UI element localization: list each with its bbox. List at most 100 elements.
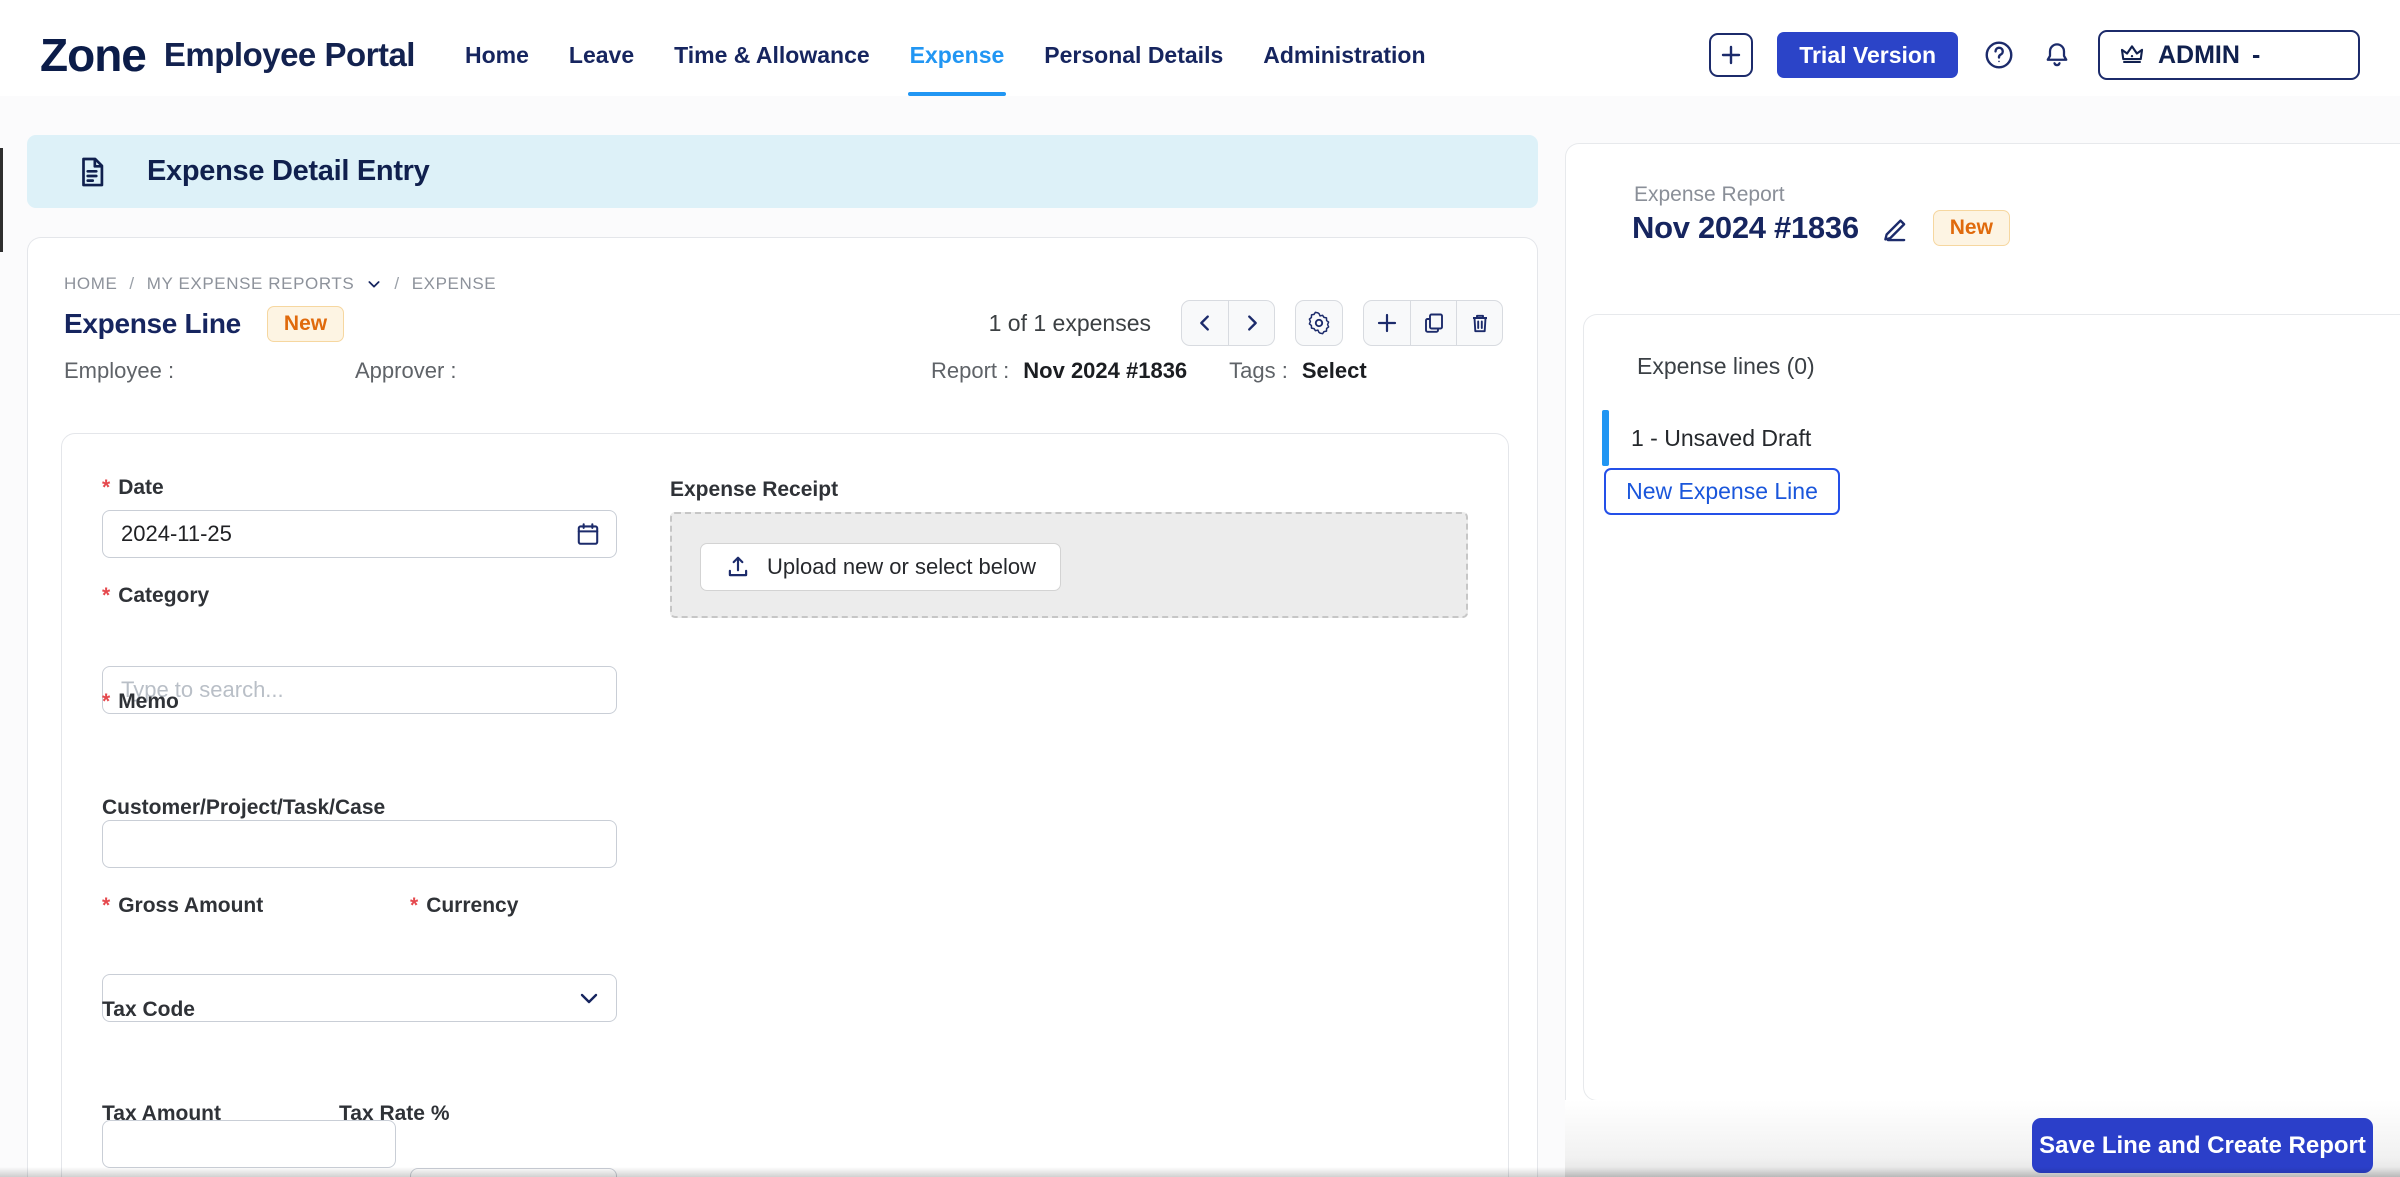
brand-logo: Zone — [40, 28, 146, 82]
memo-label: Memo — [118, 690, 179, 714]
tax-rate-label-row: Tax Rate % — [339, 1102, 450, 1126]
nav-time-allowance[interactable]: Time & Allowance — [654, 14, 890, 96]
required-marker: * — [102, 584, 110, 608]
record-meta-row: Employee : Approver : Report : Nov 2024 … — [64, 358, 1367, 384]
page-banner: Expense Detail Entry — [27, 135, 1538, 208]
tax-code-label-row: Tax Code — [102, 998, 195, 1022]
expense-lines-header: Expense lines (0) — [1637, 353, 1815, 380]
plus-icon — [1719, 43, 1743, 67]
document-icon — [75, 155, 109, 189]
add-expense-button[interactable] — [1364, 301, 1410, 345]
required-marker: * — [102, 476, 110, 500]
trash-icon — [1468, 311, 1492, 335]
page-title: Expense Detail Entry — [147, 155, 430, 188]
expense-line-card: HOME / MY EXPENSE REPORTS / EXPENSE Expe… — [27, 237, 1538, 1177]
expense-toolbar: 1 of 1 expenses — [989, 300, 1503, 346]
nav-leave[interactable]: Leave — [549, 14, 654, 96]
customer-project-label: Customer/Project/Task/Case — [102, 796, 385, 820]
tags-select[interactable]: Select — [1302, 358, 1367, 384]
record-actions-group — [1363, 300, 1503, 346]
date-label: Date — [118, 476, 164, 500]
top-bar-actions: Trial Version ADMIN - — [1709, 30, 2360, 80]
expense-report-panel: Expense Report Nov 2024 #1836 New Expens… — [1565, 143, 2400, 1177]
tax-amount-label: Tax Amount — [102, 1102, 221, 1126]
tax-code-label: Tax Code — [102, 998, 195, 1022]
save-line-create-report-button[interactable]: Save Line and Create Report — [2032, 1118, 2373, 1173]
settings-button[interactable] — [1296, 301, 1342, 345]
status-badge: New — [267, 306, 344, 342]
upload-receipt-button[interactable]: Upload new or select below — [700, 543, 1061, 591]
nav-administration[interactable]: Administration — [1243, 14, 1445, 96]
gross-amount-label-row: * Gross Amount — [102, 894, 263, 918]
section-title-row: Expense Line New — [64, 306, 344, 342]
required-marker: * — [102, 690, 110, 714]
date-label-row: * Date — [102, 476, 164, 500]
help-icon[interactable] — [1982, 38, 2016, 72]
calendar-icon[interactable] — [575, 521, 601, 547]
screen: Zone Employee Portal Home Leave Time & A… — [0, 0, 2400, 1177]
report-value: Nov 2024 #1836 — [1023, 358, 1187, 384]
approver-label: Approver : — [355, 358, 457, 383]
category-label: Category — [118, 584, 209, 608]
gear-icon — [1307, 311, 1331, 335]
notifications-bell-icon[interactable] — [2040, 38, 2074, 72]
required-marker: * — [102, 894, 110, 918]
date-input[interactable] — [102, 510, 617, 558]
pagination-group — [1181, 300, 1275, 346]
next-expense-button[interactable] — [1228, 301, 1274, 345]
nav-personal-details[interactable]: Personal Details — [1024, 14, 1243, 96]
expense-line-list-item[interactable]: 1 - Unsaved Draft — [1602, 410, 1811, 466]
expense-report-name: Nov 2024 #1836 — [1632, 210, 1859, 246]
report-label: Report : — [931, 358, 1009, 384]
plus-icon — [1375, 311, 1399, 335]
crown-icon — [2118, 41, 2146, 69]
required-marker: * — [410, 894, 418, 918]
settings-group — [1295, 300, 1343, 346]
top-bar: Zone Employee Portal Home Leave Time & A… — [0, 0, 2400, 96]
delete-expense-button[interactable] — [1456, 301, 1502, 345]
nav-home[interactable]: Home — [445, 14, 549, 96]
section-title: Expense Line — [64, 308, 241, 340]
upload-icon — [725, 554, 751, 580]
nav-expense[interactable]: Expense — [890, 14, 1025, 96]
tax-amount-label-row: Tax Amount — [102, 1102, 221, 1126]
trial-version-button[interactable]: Trial Version — [1777, 32, 1958, 78]
receipt-label-row: Expense Receipt — [670, 478, 838, 502]
quick-add-button[interactable] — [1709, 33, 1753, 77]
customer-label-row: Customer/Project/Task/Case — [102, 796, 385, 820]
new-expense-line-button[interactable]: New Expense Line — [1604, 468, 1840, 515]
main-nav: Home Leave Time & Allowance Expense Pers… — [445, 14, 1446, 96]
previous-expense-button[interactable] — [1182, 301, 1228, 345]
expense-report-title-row: Nov 2024 #1836 New — [1632, 210, 2010, 246]
memo-label-row: * Memo — [102, 690, 179, 714]
copy-icon — [1422, 311, 1446, 335]
expense-receipt-label: Expense Receipt — [670, 478, 838, 502]
currency-label-row: * Currency — [410, 894, 518, 918]
app-title: Employee Portal — [164, 36, 415, 74]
breadcrumb-separator: / — [129, 274, 134, 294]
active-line-indicator — [1602, 410, 1609, 466]
breadcrumb-home[interactable]: HOME — [64, 274, 117, 294]
upload-button-label: Upload new or select below — [767, 554, 1036, 580]
gross-amount-label: Gross Amount — [118, 894, 263, 918]
category-search-input[interactable] — [102, 666, 617, 714]
memo-input[interactable] — [102, 820, 617, 868]
edit-pencil-icon[interactable] — [1881, 213, 1911, 243]
pagination-count: 1 of 1 expenses — [989, 310, 1151, 337]
category-label-row: * Category — [102, 584, 209, 608]
line-item-label: 1 - Unsaved Draft — [1631, 425, 1811, 452]
report-status-badge: New — [1933, 210, 2010, 246]
admin-dropdown-indicator: - — [2252, 41, 2260, 70]
gross-amount-input[interactable] — [102, 1120, 396, 1168]
chevron-down-icon[interactable] — [577, 986, 601, 1010]
chevron-down-icon[interactable] — [366, 276, 382, 292]
currency-input[interactable] — [410, 1168, 617, 1177]
expense-report-label: Expense Report — [1634, 183, 1785, 207]
breadcrumb-expense: EXPENSE — [412, 274, 497, 294]
expense-lines-card: Expense lines (0) 1 - Unsaved Draft New … — [1583, 314, 2400, 1101]
tags-label: Tags : — [1229, 358, 1288, 384]
admin-user-menu[interactable]: ADMIN - — [2098, 30, 2360, 80]
duplicate-expense-button[interactable] — [1410, 301, 1456, 345]
receipt-dropzone[interactable]: Upload new or select below — [670, 512, 1468, 618]
breadcrumb-my-expense-reports[interactable]: MY EXPENSE REPORTS — [147, 274, 355, 294]
